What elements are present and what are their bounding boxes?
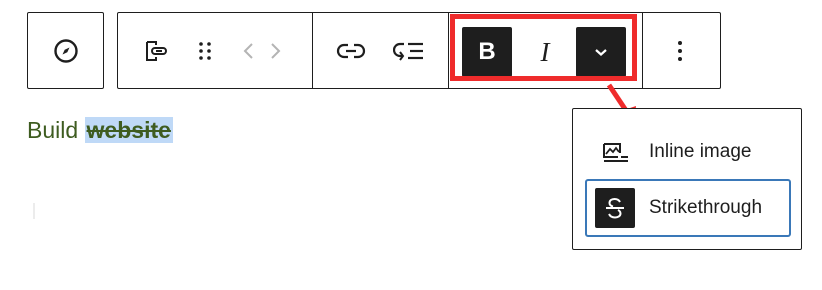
format-dropdown-menu: Inline image Strikethrough [572,108,802,250]
toolbar-divider [642,13,643,88]
link-button[interactable] [330,35,372,67]
more-vertical-icon [676,39,684,63]
italic-button[interactable]: I [520,27,570,77]
move-block-button[interactable] [238,35,286,67]
add-submenu-button[interactable] [388,35,430,67]
toolbar-divider [312,13,313,88]
drag-handle[interactable] [188,35,222,67]
transform-link-icon [143,39,169,63]
more-formats-button[interactable] [576,27,626,77]
selected-strikethrough-text[interactable]: website [84,117,173,143]
menu-item-label: Inline image [649,141,752,162]
paragraph-block[interactable]: Build website [27,114,173,146]
block-options-button[interactable] [658,35,702,67]
move-arrows-icon [240,39,284,63]
empty-block-caret [33,203,35,219]
strikethrough-icon [595,188,635,228]
italic-label: I [540,36,550,67]
menu-item-strikethrough[interactable]: Strikethrough [585,179,791,237]
toolbar-divider [448,13,449,88]
bold-button[interactable]: B [462,27,512,77]
chevron-down-icon [593,47,609,57]
block-toolbar: B I [117,12,721,89]
transform-link-button[interactable] [136,35,176,67]
paragraph-text: Build [27,117,85,143]
drag-handle-icon [196,39,214,63]
bold-label: B [478,38,496,65]
link-icon [336,41,366,61]
menu-item-inline-image[interactable]: Inline image [585,123,791,181]
compass-icon [53,38,79,64]
menu-item-label: Strikethrough [649,197,763,218]
inline-image-icon [595,132,635,172]
navigation-submenu-icon [393,39,425,63]
block-type-button[interactable] [27,12,104,89]
